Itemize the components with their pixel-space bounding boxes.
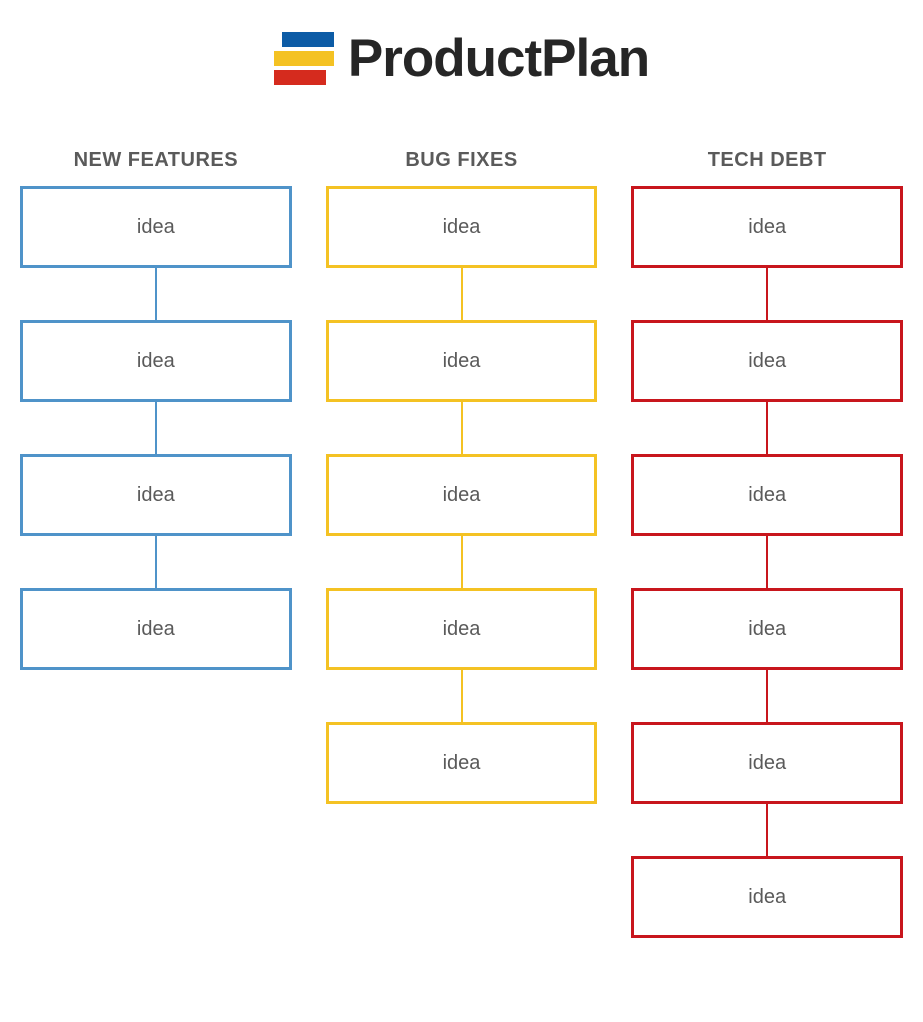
- idea-card[interactable]: idea: [326, 454, 598, 536]
- connector-line: [461, 402, 463, 454]
- connector-line: [155, 402, 157, 454]
- idea-card[interactable]: idea: [631, 320, 903, 402]
- connector-line: [461, 268, 463, 320]
- brand-logo: ProductPlan: [0, 28, 923, 89]
- column-bug-fixes: BUG FIXES idea idea idea idea idea: [326, 149, 598, 938]
- column-header-tech-debt: TECH DEBT: [708, 149, 827, 172]
- idea-card[interactable]: idea: [631, 722, 903, 804]
- idea-card[interactable]: idea: [326, 722, 598, 804]
- connector-line: [155, 268, 157, 320]
- idea-card[interactable]: idea: [20, 320, 292, 402]
- idea-card[interactable]: idea: [631, 454, 903, 536]
- column-header-bug-fixes: BUG FIXES: [405, 149, 517, 172]
- column-header-new-features: NEW FEATURES: [74, 149, 239, 172]
- connector-line: [766, 670, 768, 722]
- kanban-board: NEW FEATURES idea idea idea idea BUG FIXES ide…: [0, 149, 923, 938]
- logo-bar-blue: [282, 32, 334, 47]
- idea-card[interactable]: idea: [20, 186, 292, 268]
- idea-card[interactable]: idea: [20, 588, 292, 670]
- connector-line: [766, 536, 768, 588]
- logo-bar-red: [274, 70, 326, 85]
- connector-line: [155, 536, 157, 588]
- idea-card[interactable]: idea: [326, 186, 598, 268]
- idea-card[interactable]: idea: [631, 186, 903, 268]
- idea-card[interactable]: idea: [326, 320, 598, 402]
- connector-line: [766, 402, 768, 454]
- connector-line: [461, 536, 463, 588]
- logo-bar-yellow: [274, 51, 334, 66]
- column-tech-debt: TECH DEBT idea idea idea idea idea idea: [631, 149, 903, 938]
- brand-name: ProductPlan: [348, 28, 649, 89]
- idea-card[interactable]: idea: [326, 588, 598, 670]
- connector-line: [461, 670, 463, 722]
- brand-logo-icon: [274, 32, 334, 85]
- idea-card[interactable]: idea: [631, 588, 903, 670]
- connector-line: [766, 804, 768, 856]
- connector-line: [766, 268, 768, 320]
- idea-card[interactable]: idea: [20, 454, 292, 536]
- column-new-features: NEW FEATURES idea idea idea idea: [20, 149, 292, 938]
- idea-card[interactable]: idea: [631, 856, 903, 938]
